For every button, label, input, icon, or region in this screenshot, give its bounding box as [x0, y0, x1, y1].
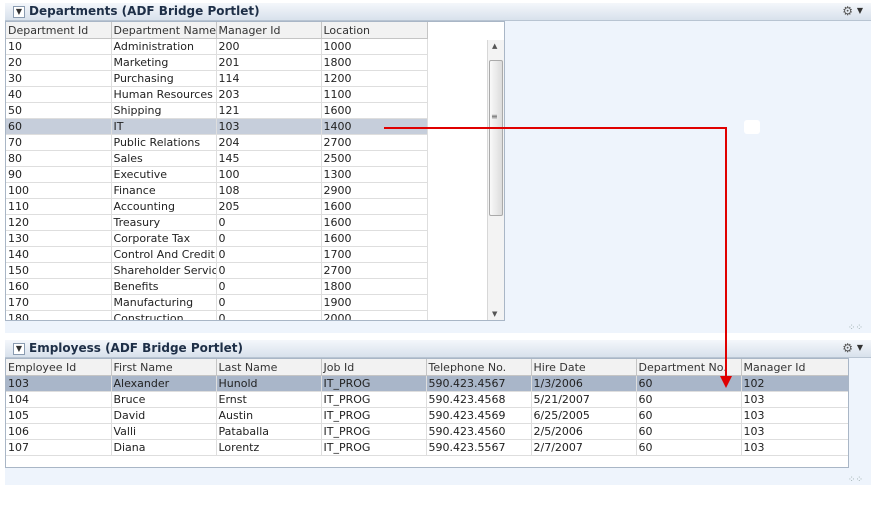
master-detail-arrow: [384, 127, 732, 388]
